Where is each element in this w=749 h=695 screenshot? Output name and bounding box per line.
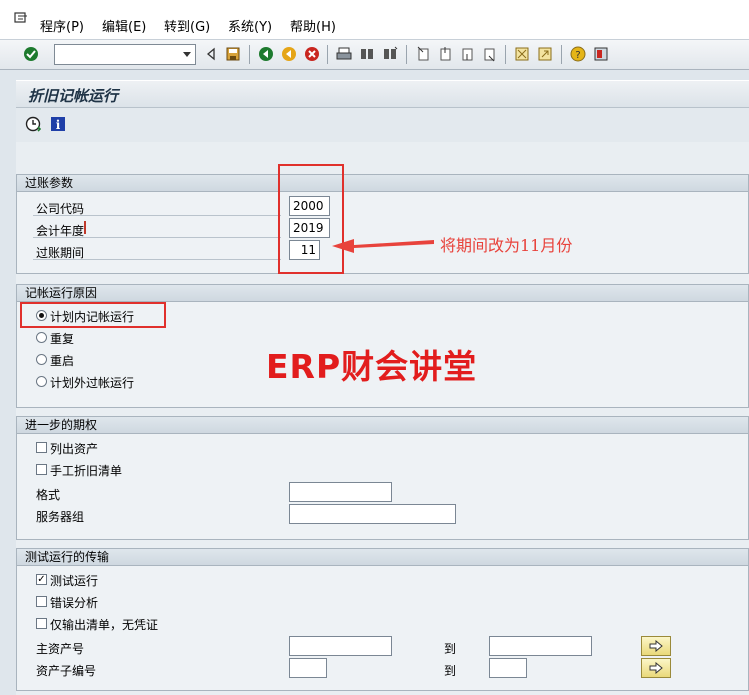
main-asset-multiple-selection-button[interactable] xyxy=(641,636,671,656)
arrow-right-icon xyxy=(649,662,663,674)
highlight-fields-box xyxy=(278,164,344,274)
main-asset-to-field[interactable] xyxy=(489,636,592,656)
error-analysis-label: 错误分析 xyxy=(50,596,99,610)
test-run-checkbox[interactable]: ✓ xyxy=(36,574,47,585)
execute-clock-icon[interactable] xyxy=(24,115,42,133)
menu-bar: 程序(P) 编辑(E) 转到(G) 系统(Y) 帮助(H) xyxy=(0,0,749,40)
find-icon[interactable] xyxy=(358,45,376,63)
menu-help[interactable]: 帮助(H) xyxy=(290,16,336,35)
radio-unplanned-run[interactable] xyxy=(36,376,47,387)
error-analysis-checkbox[interactable] xyxy=(36,596,47,607)
window-menu-icon[interactable] xyxy=(14,11,28,25)
layout-label: 格式 xyxy=(36,488,61,502)
back-icon[interactable] xyxy=(257,45,275,63)
radio-restart-label[interactable]: 重启 xyxy=(50,352,74,369)
triangle-left-icon[interactable] xyxy=(202,45,220,63)
posting-params-group: 过账参数 公司代码 会计年度 过账期间 2000 2019 11 xyxy=(16,174,749,274)
toolbar-separator xyxy=(327,45,328,64)
chevron-down-icon[interactable] xyxy=(183,52,191,57)
screen-title-bar: 折旧记帐运行 xyxy=(16,80,749,108)
watermark-text: ERP财会讲堂 xyxy=(266,347,478,386)
sub-asset-multiple-selection-button[interactable] xyxy=(641,658,671,678)
customize-layout-icon[interactable] xyxy=(592,45,610,63)
menu-goto[interactable]: 转到(G) xyxy=(164,16,210,35)
manual-dep-label: 手工折旧清单 xyxy=(50,464,123,478)
shortcut-icon[interactable] xyxy=(536,45,554,63)
sub-asset-to-label: 到 xyxy=(444,664,457,678)
first-page-icon[interactable] xyxy=(414,45,432,63)
radio-restart[interactable] xyxy=(36,354,47,365)
sub-asset-label: 资产子编号 xyxy=(36,664,97,678)
sub-asset-to-field[interactable] xyxy=(489,658,527,678)
save-icon[interactable] xyxy=(224,45,242,63)
toolbar-separator xyxy=(561,45,562,64)
main-asset-to-label: 到 xyxy=(444,642,457,656)
find-next-icon[interactable] xyxy=(381,45,399,63)
svg-text:?: ? xyxy=(575,50,580,61)
application-toolbar: i xyxy=(16,108,749,142)
further-options-group: 进一步的期权 列出资产 手工折旧清单 格式 服务器组 xyxy=(16,416,749,540)
label-underline xyxy=(33,237,281,238)
output-only-label: 仅输出清单，无凭证 xyxy=(50,618,159,632)
annotation-arrow-icon xyxy=(332,239,434,253)
main-asset-label: 主资产号 xyxy=(36,642,85,656)
main-asset-from-field[interactable] xyxy=(289,636,392,656)
arrow-right-icon xyxy=(649,640,663,652)
group-title: 过账参数 xyxy=(17,175,748,192)
test-run-label: 测试运行 xyxy=(50,574,99,588)
label-underline xyxy=(33,259,281,260)
list-assets-checkbox[interactable] xyxy=(36,442,47,453)
manual-dep-checkbox[interactable] xyxy=(36,464,47,475)
standard-toolbar: ? xyxy=(0,40,749,70)
info-icon[interactable]: i xyxy=(49,115,67,133)
toolbar-separator xyxy=(406,45,407,64)
exit-icon[interactable] xyxy=(280,45,298,63)
server-group-label: 服务器组 xyxy=(36,510,85,524)
print-icon[interactable] xyxy=(335,45,353,63)
cancel-icon[interactable] xyxy=(303,45,321,63)
list-assets-label: 列出资产 xyxy=(50,442,99,456)
server-group-field[interactable] xyxy=(289,504,456,524)
group-title: 记帐运行原因 xyxy=(17,285,748,302)
help-icon[interactable]: ? xyxy=(569,45,587,63)
label-underline xyxy=(33,215,281,216)
annotation-note: 将期间改为11月份 xyxy=(440,236,573,255)
highlight-radio-box xyxy=(20,302,166,328)
radio-repeat[interactable] xyxy=(36,332,47,343)
radio-repeat-label[interactable]: 重复 xyxy=(50,330,74,347)
test-run-group: 测试运行的传输 ✓ 测试运行 错误分析 仅输出清单，无凭证 主资产号 到 资产子… xyxy=(16,548,749,691)
radio-unplanned-run-label[interactable]: 计划外过帐运行 xyxy=(50,374,134,391)
last-page-icon[interactable] xyxy=(480,45,498,63)
command-field[interactable] xyxy=(54,44,196,65)
output-only-checkbox[interactable] xyxy=(36,618,47,629)
text-cursor xyxy=(84,221,86,234)
group-title: 测试运行的传输 xyxy=(17,549,748,566)
toolbar-separator xyxy=(505,45,506,64)
enter-check-icon[interactable] xyxy=(22,45,40,63)
toolbar-separator xyxy=(249,45,250,64)
group-title: 进一步的期权 xyxy=(17,417,748,434)
sub-asset-from-field[interactable] xyxy=(289,658,327,678)
next-page-icon[interactable] xyxy=(458,45,476,63)
new-session-icon[interactable] xyxy=(513,45,531,63)
menu-system[interactable]: 系统(Y) xyxy=(228,16,272,35)
layout-field[interactable] xyxy=(289,482,392,502)
svg-text:i: i xyxy=(56,118,61,132)
page-title: 折旧记帐运行 xyxy=(28,87,119,105)
menu-edit[interactable]: 编辑(E) xyxy=(102,16,146,35)
menu-program[interactable]: 程序(P) xyxy=(40,16,84,35)
previous-page-icon[interactable] xyxy=(436,45,454,63)
